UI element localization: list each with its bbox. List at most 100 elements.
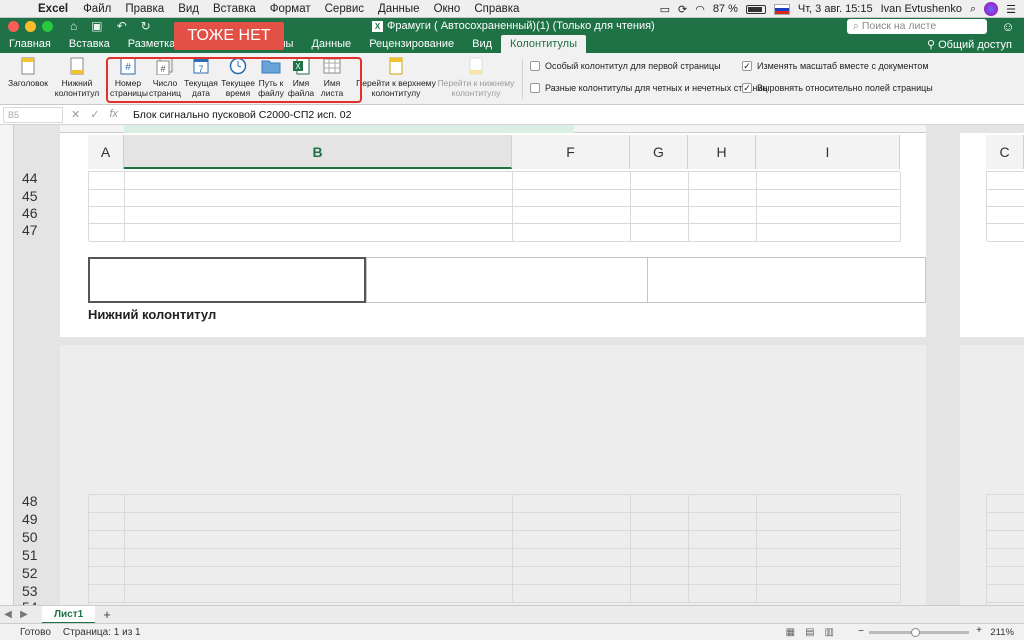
zoom-out-icon[interactable]: − bbox=[858, 626, 864, 637]
row-header-45[interactable]: 45 bbox=[22, 188, 52, 204]
grid-cell[interactable] bbox=[689, 549, 757, 567]
grid-cell[interactable] bbox=[987, 172, 1024, 190]
footer-button[interactable]: Нижний колонтитул bbox=[54, 56, 100, 98]
grid-cell[interactable] bbox=[513, 513, 631, 531]
grid-cell[interactable] bbox=[631, 190, 689, 207]
grid-cell[interactable] bbox=[125, 549, 513, 567]
row-header-49[interactable]: 49 bbox=[22, 511, 52, 527]
grid-cell[interactable] bbox=[125, 224, 513, 242]
grid-cell[interactable] bbox=[89, 495, 125, 513]
row-header-48[interactable]: 48 bbox=[22, 493, 52, 509]
row-header-50[interactable]: 50 bbox=[22, 529, 52, 545]
grid-cell[interactable] bbox=[631, 585, 689, 603]
grid-cell[interactable] bbox=[513, 172, 631, 190]
menu-tools[interactable]: Сервис bbox=[318, 3, 371, 15]
grid-cell[interactable] bbox=[631, 495, 689, 513]
grid-cell[interactable] bbox=[757, 190, 901, 207]
sync-icon[interactable]: ⟳ bbox=[678, 3, 687, 16]
grid-cell[interactable] bbox=[125, 567, 513, 585]
first-page-option[interactable]: Особый колонтитул для первой страницы bbox=[530, 61, 721, 71]
tab-view[interactable]: Вид bbox=[463, 35, 501, 53]
zoom-in-icon[interactable]: + bbox=[976, 625, 982, 636]
siri-icon[interactable] bbox=[984, 2, 999, 16]
grid-cell[interactable] bbox=[689, 172, 757, 190]
grid-cell[interactable] bbox=[89, 549, 125, 567]
page-layout-view-icon[interactable]: ▤ bbox=[805, 627, 814, 638]
grid-cell[interactable] bbox=[689, 224, 757, 242]
grid-cell[interactable] bbox=[125, 495, 513, 513]
grid-cell[interactable] bbox=[689, 567, 757, 585]
app-menu-excel[interactable]: Excel bbox=[30, 3, 76, 15]
grid-cell[interactable] bbox=[689, 190, 757, 207]
grid-cell[interactable] bbox=[631, 172, 689, 190]
grid-cell[interactable] bbox=[513, 207, 631, 224]
grid-cell[interactable] bbox=[513, 567, 631, 585]
tab-review[interactable]: Рецензирование bbox=[360, 35, 463, 53]
cell-grid-right-bottom[interactable] bbox=[986, 494, 1024, 605]
home-icon[interactable]: ⌂ bbox=[70, 19, 77, 33]
function-icon[interactable]: fx bbox=[109, 108, 118, 121]
grid-cell[interactable] bbox=[89, 207, 125, 224]
maximize-window-icon[interactable] bbox=[42, 21, 53, 32]
go-to-header-button[interactable]: Перейти к верхнему колонтитулу bbox=[356, 56, 436, 98]
grid-cell[interactable] bbox=[89, 567, 125, 585]
go-to-footer-button[interactable]: Перейти к нижнему колонтитулу bbox=[436, 56, 516, 98]
formula-input[interactable]: Блок сигнально пусковой С2000-СП2 исп. 0… bbox=[133, 109, 351, 121]
close-window-icon[interactable] bbox=[8, 21, 19, 32]
grid-cell[interactable] bbox=[757, 567, 901, 585]
tab-home[interactable]: Главная bbox=[0, 35, 60, 53]
column-header-i[interactable]: I bbox=[756, 135, 900, 169]
grid-cell[interactable] bbox=[125, 531, 513, 549]
grid-cell[interactable] bbox=[689, 495, 757, 513]
row-header-46[interactable]: 46 bbox=[22, 205, 52, 221]
notification-center-icon[interactable]: ☰ bbox=[1006, 3, 1016, 16]
grid-cell[interactable] bbox=[125, 172, 513, 190]
share-button[interactable]: ⚲ Общий доступ bbox=[927, 38, 1012, 51]
menu-file[interactable]: Файл bbox=[76, 3, 118, 15]
grid-cell[interactable] bbox=[89, 531, 125, 549]
row-header-51[interactable]: 51 bbox=[22, 547, 52, 563]
grid-cell[interactable] bbox=[757, 224, 901, 242]
search-sheet-input[interactable]: ⌕ Поиск на листе bbox=[847, 19, 987, 34]
grid-cell[interactable] bbox=[631, 224, 689, 242]
menu-format[interactable]: Формат bbox=[263, 3, 318, 15]
tab-data[interactable]: Данные bbox=[302, 35, 360, 53]
grid-cell[interactable] bbox=[987, 567, 1024, 585]
page-break-view-icon[interactable]: ▥ bbox=[825, 627, 834, 638]
grid-cell[interactable] bbox=[987, 585, 1024, 603]
footer-center-section[interactable] bbox=[366, 257, 648, 303]
footer-right-section[interactable] bbox=[647, 257, 926, 303]
grid-cell[interactable] bbox=[631, 531, 689, 549]
grid-cell[interactable] bbox=[89, 513, 125, 531]
menubar-datetime[interactable]: Чт, 3 авг. 15:15 bbox=[798, 3, 873, 15]
name-box[interactable]: B5 bbox=[3, 106, 63, 123]
grid-cell[interactable] bbox=[125, 190, 513, 207]
menu-view[interactable]: Вид bbox=[171, 3, 206, 15]
zoom-slider[interactable] bbox=[869, 628, 969, 637]
column-header-h[interactable]: H bbox=[688, 135, 756, 169]
grid-cell[interactable] bbox=[757, 549, 901, 567]
battery-icon[interactable] bbox=[745, 4, 766, 14]
tab-header-footer[interactable]: Колонтитулы bbox=[501, 35, 586, 53]
add-sheet-icon[interactable]: + bbox=[103, 607, 111, 622]
scale-with-doc-checkbox[interactable]: ✓ bbox=[742, 61, 752, 71]
grid-cell[interactable] bbox=[757, 585, 901, 603]
grid-cell[interactable] bbox=[987, 549, 1024, 567]
grid-cell[interactable] bbox=[631, 207, 689, 224]
redo-icon[interactable]: ↻ bbox=[141, 19, 151, 33]
align-margins-option[interactable]: ✓ Выровнять относительно полей страницы bbox=[742, 83, 933, 93]
grid-cell[interactable] bbox=[987, 224, 1024, 242]
column-header-f[interactable]: F bbox=[512, 135, 630, 169]
menu-window[interactable]: Окно bbox=[427, 3, 468, 15]
grid-cell[interactable] bbox=[689, 207, 757, 224]
row-header-44[interactable]: 44 bbox=[22, 170, 52, 186]
grid-cell[interactable] bbox=[757, 207, 901, 224]
header-button[interactable]: Заголовок bbox=[6, 56, 50, 88]
sheet-tab-list1[interactable]: Лист1 bbox=[42, 605, 96, 624]
cell-grid-top[interactable] bbox=[88, 171, 901, 242]
grid-cell[interactable] bbox=[89, 190, 125, 207]
confirm-icon[interactable]: ✓ bbox=[90, 108, 99, 121]
column-header-g[interactable]: G bbox=[630, 135, 688, 169]
grid-cell[interactable] bbox=[987, 531, 1024, 549]
minimize-window-icon[interactable] bbox=[25, 21, 36, 32]
